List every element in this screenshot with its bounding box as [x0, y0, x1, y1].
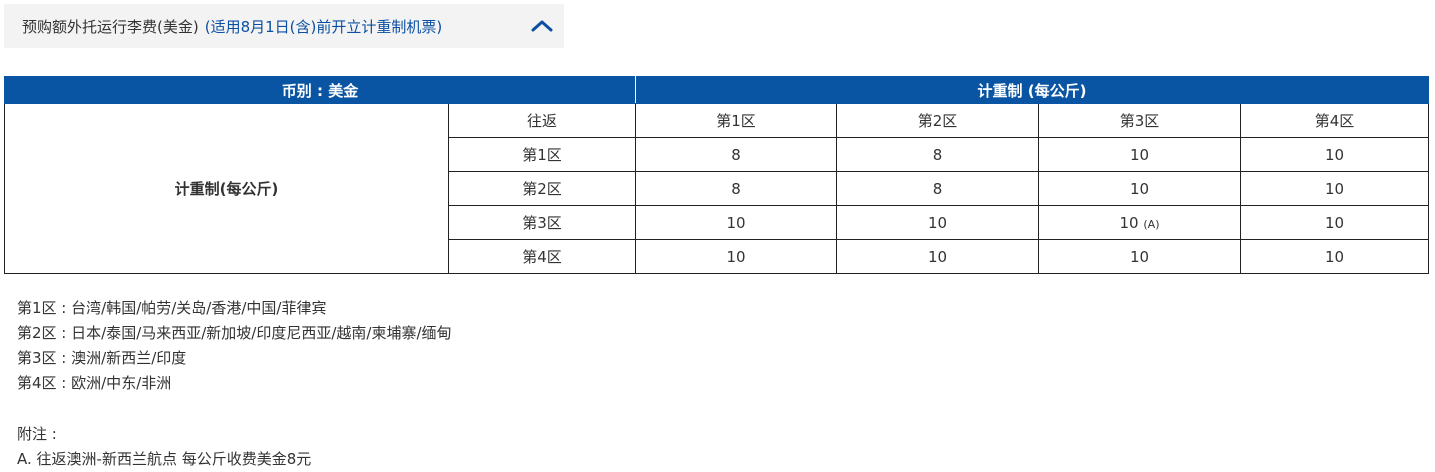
fare-table: 币别 : 美金 计重制 (每公斤) 计重制(每公斤) 往返 第1区 第2区 第3…	[3, 76, 1430, 274]
row-zone-label: 第3区	[447, 205, 637, 240]
column-zone-4: 第4区	[1240, 103, 1430, 138]
row-zone-label: 第2区	[447, 171, 637, 206]
zone-header-row: 计重制(每公斤) 往返 第1区 第2区 第3区 第4区	[4, 103, 1430, 274]
fee-value: 10	[726, 213, 746, 232]
fee-cell: 10	[836, 239, 1040, 274]
zone-definition: 第4区 : 欧洲/中东/非洲	[17, 374, 172, 392]
fee-value: 8	[932, 179, 943, 198]
row-group-label: 计重制(每公斤)	[4, 103, 449, 274]
fee-cell: 8	[635, 171, 838, 206]
fee-value: 10	[1119, 213, 1139, 232]
fee-cell: 8	[836, 137, 1040, 172]
fee-value: 10	[927, 213, 948, 232]
column-zone-1: 第1区	[635, 103, 838, 138]
chevron-up-icon[interactable]	[530, 16, 554, 36]
footnotes-title: 附注 :	[17, 425, 57, 443]
fee-value: 10	[1324, 213, 1345, 232]
fee-value: 8	[731, 145, 741, 164]
fee-cell: 10	[635, 239, 838, 274]
fee-cell: 10	[1240, 171, 1430, 206]
accordion-title: 预购额外托运行李费(美金)	[22, 17, 199, 36]
column-zone-3: 第3区	[1038, 103, 1242, 138]
zone-definition: 第2区 : 日本/泰国/马来西亚/新加坡/印度尼西亚/越南/柬埔寨/缅甸	[17, 324, 452, 342]
row-zone-label: 第1区	[447, 137, 637, 172]
fee-value: 8	[731, 179, 741, 198]
corner-label: 往返	[447, 103, 637, 138]
fee-value: 10	[1129, 179, 1150, 198]
weight-system-header: 计重制 (每公斤)	[635, 76, 1430, 104]
fee-value: 10	[927, 247, 948, 266]
fee-value: 10	[1129, 247, 1150, 266]
accordion-subtitle: (适用8月1日(含)前开立计重制机票)	[204, 17, 443, 36]
fee-cell: 10	[1038, 239, 1242, 274]
fee-value: 10	[1324, 145, 1345, 164]
fee-cell: 10	[1240, 239, 1430, 274]
currency-header: 币别 : 美金	[3, 76, 637, 104]
fee-cell: 10	[1240, 137, 1430, 172]
footnotes: 附注 : A. 往返澳洲-新西兰航点 每公斤收费美金8元	[17, 422, 311, 472]
fee-cell: 8	[635, 137, 838, 172]
fee-cell: 10	[1038, 171, 1242, 206]
fee-cell: 10	[635, 205, 838, 240]
fee-value: 10	[1129, 145, 1150, 164]
fee-value: 10	[726, 247, 746, 266]
fee-value: 10	[1324, 247, 1345, 266]
fee-cell: 10	[1240, 205, 1430, 240]
accordion-header[interactable]: 预购额外托运行李费(美金) (适用8月1日(含)前开立计重制机票)	[4, 4, 564, 48]
column-zone-2: 第2区	[836, 103, 1040, 138]
fee-cell: 8	[836, 171, 1040, 206]
fee-value: 10	[1324, 179, 1345, 198]
fee-cell: 10	[1038, 137, 1242, 172]
row-zone-label: 第4区	[447, 239, 637, 274]
zone-definition: 第3区 : 澳洲/新西兰/印度	[17, 349, 187, 367]
table-header-row: 币别 : 美金 计重制 (每公斤)	[3, 76, 1430, 104]
fee-cell: 10	[836, 205, 1040, 240]
zone-definition: 第1区 : 台湾/韩国/帕劳/关岛/香港/中国/菲律宾	[17, 299, 327, 317]
footnote-marker: (A)	[1143, 217, 1160, 231]
footnote-item: A. 往返澳洲-新西兰航点 每公斤收费美金8元	[17, 450, 312, 468]
fee-value: 8	[932, 145, 943, 164]
zone-definitions: 第1区 : 台湾/韩国/帕劳/关岛/香港/中国/菲律宾 第2区 : 日本/泰国/…	[17, 296, 452, 396]
fee-cell: 10 (A)	[1038, 205, 1242, 240]
